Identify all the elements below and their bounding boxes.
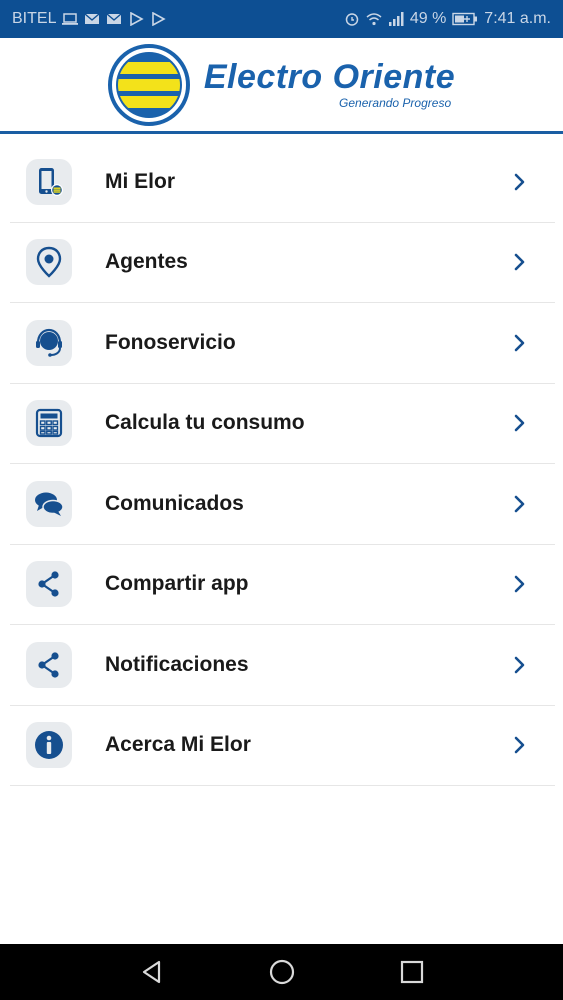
chevron-right-icon [513, 413, 527, 433]
clock-time: 7:41 a.m. [484, 10, 551, 27]
location-pin-icon [26, 239, 72, 286]
menu-item-label: Acerca Mi Elor [105, 733, 251, 757]
recents-icon[interactable] [397, 957, 427, 987]
chevron-right-icon [513, 252, 527, 272]
battery-icon [452, 12, 478, 26]
chevron-right-icon [513, 735, 527, 755]
chat-bubbles-icon [26, 480, 72, 527]
share-icon [26, 641, 72, 688]
menu-item-label: Mi Elor [105, 169, 176, 193]
calculator-icon [26, 400, 72, 447]
alarm-icon [344, 12, 360, 26]
chevron-right-icon [513, 333, 527, 353]
menu-item-agentes[interactable]: Agentes [10, 223, 555, 303]
menu-item-notificaciones[interactable]: Notificaciones [10, 625, 555, 706]
chevron-right-icon [513, 172, 527, 192]
brand-logo: Electro Oriente Generando Progreso [107, 43, 455, 126]
play-store-icon [128, 12, 145, 26]
status-right: 49 % 7:41 a.m. [344, 10, 551, 28]
system-nav-bar [0, 944, 563, 1000]
menu-item-label: Fonoservicio [105, 330, 236, 354]
brand-tagline: Generando Progreso [339, 95, 452, 110]
menu-item-calcula-consumo[interactable]: Calcula tu consumo [10, 384, 555, 464]
battery-percent: 49 % [409, 10, 447, 27]
mail-icon [106, 12, 122, 26]
menu-item-label: Agentes [105, 250, 188, 274]
play-store-icon [150, 12, 167, 26]
chevron-right-icon [513, 494, 527, 514]
main-menu: Mi Elor Agentes Fonoservicio Calcula tu … [10, 142, 555, 786]
info-icon [26, 722, 72, 769]
headset-icon [26, 319, 72, 366]
share-icon [26, 561, 72, 608]
phone-icon [26, 158, 72, 205]
wifi-icon [366, 12, 382, 26]
brand-name: Electro Oriente [203, 57, 456, 96]
menu-item-acerca-mi-elor[interactable]: Acerca Mi Elor [10, 706, 555, 786]
chevron-right-icon [513, 574, 527, 594]
menu-item-compartir-app[interactable]: Compartir app [10, 545, 555, 625]
home-icon[interactable] [267, 957, 297, 987]
back-icon[interactable] [137, 957, 167, 987]
mail-icon [84, 12, 100, 26]
menu-item-label: Compartir app [105, 572, 249, 596]
menu-item-label: Comunicados [105, 491, 244, 515]
logo-text: Electro Oriente Generando Progreso [204, 60, 455, 110]
laptop-icon [62, 12, 79, 26]
menu-item-label: Notificaciones [105, 652, 249, 676]
menu-item-comunicados[interactable]: Comunicados [10, 464, 555, 545]
chevron-right-icon [513, 655, 527, 675]
signal-icon [388, 12, 404, 26]
status-bar: BITEL 49 % 7:41 a.m. [0, 0, 563, 38]
app-header: Electro Oriente Generando Progreso [0, 38, 563, 134]
logo-emblem-icon [107, 43, 190, 126]
menu-item-fonoservicio[interactable]: Fonoservicio [10, 303, 555, 384]
menu-item-mi-elor[interactable]: Mi Elor [10, 142, 555, 223]
status-left: BITEL [12, 10, 167, 28]
carrier-name: BITEL [12, 10, 57, 27]
menu-item-label: Calcula tu consumo [105, 411, 305, 435]
